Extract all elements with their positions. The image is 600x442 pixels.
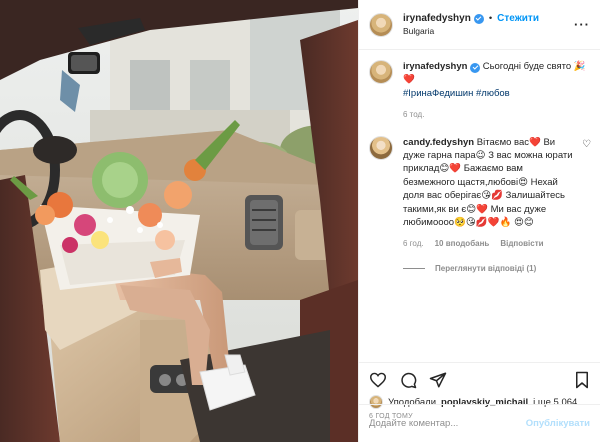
publish-button[interactable]: Опублікувати xyxy=(526,418,590,429)
replies-line xyxy=(403,267,425,269)
comment-time[interactable]: 6 год. xyxy=(403,237,424,250)
comment-body: candy.fedyshyn Вітаємо вас❤️ Ви дуже гар… xyxy=(403,136,591,251)
author-avatar[interactable] xyxy=(369,12,393,37)
reply-button[interactable]: Відповісти xyxy=(500,237,543,250)
commenter-avatar[interactable] xyxy=(369,135,393,160)
action-icons xyxy=(369,369,590,391)
caption-time[interactable]: 6 тод. xyxy=(403,108,590,121)
comment-likes-count[interactable]: 10 вподобань xyxy=(435,237,490,250)
comment-meta: 6 год. 10 вподобань Відповісти xyxy=(403,237,590,250)
more-options-icon[interactable]: ··· xyxy=(574,18,590,31)
post-photo[interactable] xyxy=(0,0,358,442)
caption: irynafedyshyn Сьогодні буде свято 🎉❤️ #І… xyxy=(369,60,590,122)
separator-dot: • xyxy=(488,13,493,24)
header-text: irynafedyshyn • Стежити Bulgaria xyxy=(403,13,539,36)
post-location[interactable]: Bulgaria xyxy=(403,26,539,36)
verified-badge-icon xyxy=(470,62,481,73)
comment-item: candy.fedyshyn Вітаємо вас❤️ Ви дуже гар… xyxy=(369,135,591,251)
instagram-post: irynafedyshyn • Стежити Bulgaria ··· iry… xyxy=(0,0,600,442)
add-comment-input[interactable] xyxy=(369,418,526,429)
car-interior-photo xyxy=(0,0,358,442)
view-replies-button[interactable]: Переглянути відповіді (1) xyxy=(403,264,590,273)
comment-bubble-icon[interactable] xyxy=(399,371,417,389)
save-bookmark-icon[interactable] xyxy=(574,371,590,389)
post-side-panel: irynafedyshyn • Стежити Bulgaria ··· iry… xyxy=(358,0,600,442)
view-replies-label: Переглянути відповіді (1) xyxy=(435,263,537,273)
add-comment-bar: Опублікувати xyxy=(359,404,600,442)
comment-like-heart-icon[interactable]: ♡ xyxy=(582,138,591,151)
share-send-icon[interactable] xyxy=(429,371,447,389)
comment-text: Вітаємо вас❤️ Ви дуже гарна пара😉 З вас … xyxy=(403,136,573,229)
caption-hashtags[interactable]: #ІринаФедишин #любов xyxy=(403,87,590,100)
caption-body: irynafedyshyn Сьогодні буде свято 🎉❤️ #І… xyxy=(403,60,590,122)
header-row: irynafedyshyn • Стежити xyxy=(403,13,539,24)
caption-username[interactable]: irynafedyshyn xyxy=(403,61,467,72)
like-heart-icon[interactable] xyxy=(369,372,387,388)
verified-badge-icon xyxy=(473,13,484,24)
author-username[interactable]: irynafedyshyn xyxy=(403,13,471,24)
comment-username[interactable]: candy.fedyshyn xyxy=(403,137,474,148)
follow-button[interactable]: Стежити xyxy=(497,13,539,24)
comments-area: irynafedyshyn Сьогодні буде свято 🎉❤️ #І… xyxy=(359,50,600,362)
caption-author-avatar[interactable] xyxy=(369,60,393,84)
post-header: irynafedyshyn • Стежити Bulgaria ··· xyxy=(359,0,600,50)
